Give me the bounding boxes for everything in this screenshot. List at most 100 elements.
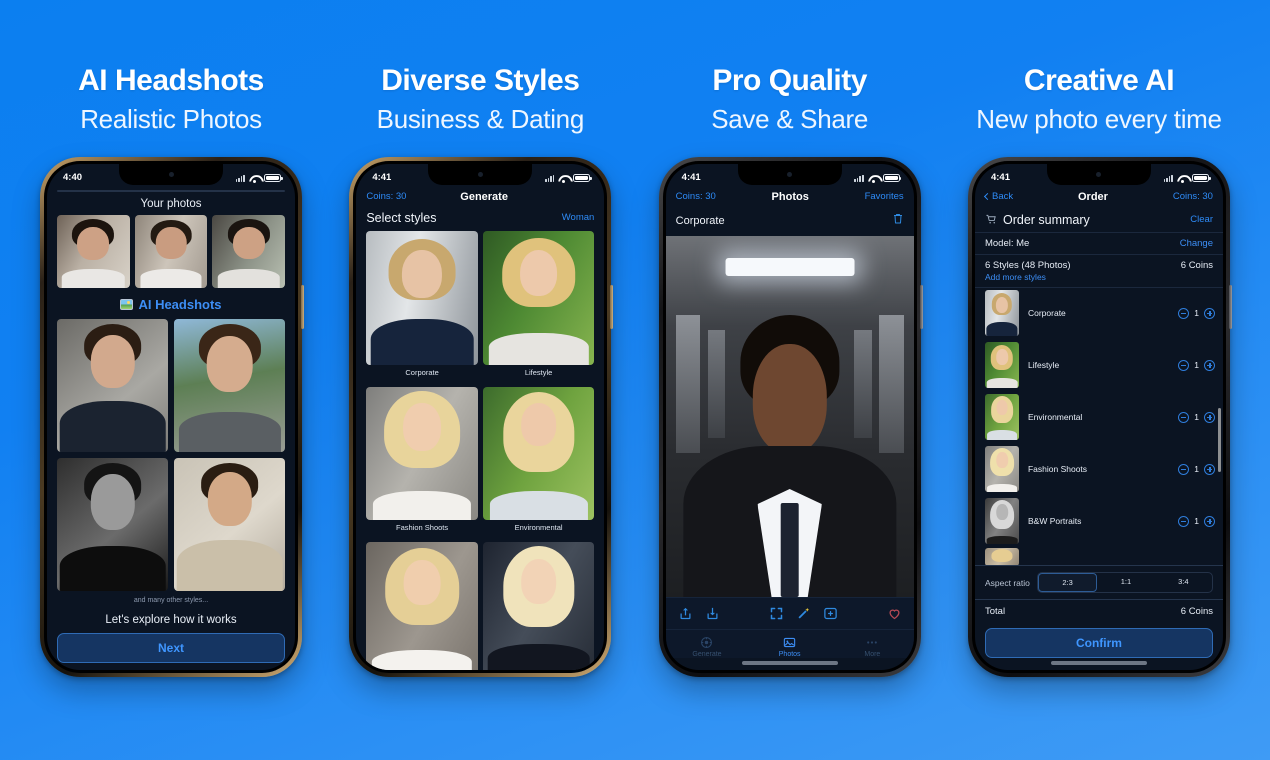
user-photos-grid	[47, 214, 295, 288]
tab-label: Photos	[778, 651, 801, 659]
increase-icon[interactable]	[1203, 515, 1215, 527]
phone-bezel: 4:40 Man Woman Your photos	[44, 160, 298, 673]
order-style-list[interactable]: Corporate 1 Lifestyle 1 Environmental 1 …	[974, 286, 1223, 566]
subhead-3: Save & Share	[711, 104, 869, 134]
quantity-stepper[interactable]: 1	[1178, 515, 1215, 527]
add-more-styles-link[interactable]: Add more styles	[985, 272, 1046, 282]
phone-mockup-3: 4:41 Coins: 30 Photos Favorites Corporat…	[658, 156, 923, 677]
tab-label: Generate	[692, 651, 722, 659]
result-photo-1[interactable]	[57, 318, 168, 452]
list-item[interactable]: Fashion Shoots 1	[975, 444, 1223, 496]
style-thumbnail	[984, 548, 1019, 566]
confirm-button[interactable]: Confirm	[984, 628, 1213, 659]
aspect-ratio-segmented-control[interactable]: 2:3 1:1 3:4	[1036, 572, 1213, 594]
decrease-icon[interactable]	[1178, 463, 1190, 475]
phone-mockup-2: 4:41 Coins: 30 Generate Woman Selec	[349, 156, 614, 677]
quantity-stepper[interactable]: 1	[1178, 463, 1215, 475]
ratio-option-3-4[interactable]: 3:4	[1155, 573, 1212, 592]
quantity-stepper[interactable]: 1	[1178, 359, 1215, 371]
next-button[interactable]: Next	[57, 632, 285, 663]
ai-headshots-label: AI Headshots	[138, 296, 222, 312]
style-label: Fashion Shoots	[396, 523, 449, 533]
magic-wand-icon[interactable]	[796, 606, 811, 621]
decrease-icon[interactable]	[1178, 307, 1190, 319]
increase-icon[interactable]	[1203, 411, 1215, 423]
chevron-left-icon	[983, 193, 992, 201]
ratio-option-1-1[interactable]: 1:1	[1097, 573, 1154, 592]
back-label: Back	[991, 191, 1014, 203]
heart-icon[interactable]	[887, 606, 902, 621]
phone-side-button	[610, 284, 614, 329]
user-photo-3[interactable]	[212, 214, 285, 288]
order-summary-title: Order summary	[1002, 212, 1090, 227]
list-item[interactable]: B&W Portraits 1	[975, 496, 1223, 548]
tab-photos[interactable]: Photos	[748, 635, 831, 658]
style-card-fashion[interactable]: Fashion Shoots	[366, 386, 478, 538]
style-card-extra-1[interactable]	[366, 542, 478, 670]
style-name: Environmental	[1027, 412, 1083, 423]
change-model-button[interactable]: Change	[1180, 238, 1213, 249]
user-photo-1[interactable]	[57, 214, 130, 288]
coins-balance[interactable]: Coins: 30	[1173, 191, 1213, 202]
list-item-partial[interactable]	[975, 548, 1223, 566]
quantity-stepper[interactable]: 1	[1178, 411, 1215, 423]
list-item[interactable]: Environmental 1	[975, 392, 1223, 444]
coins-balance[interactable]: Coins: 30	[366, 191, 406, 202]
tab-more[interactable]: More	[831, 635, 914, 658]
style-card-environmental[interactable]: Environmental	[482, 386, 595, 538]
decrease-icon[interactable]	[1178, 411, 1190, 423]
cellular-signal-icon	[235, 174, 245, 183]
tab-label: More	[864, 651, 881, 659]
status-indicators	[854, 173, 902, 184]
decrease-icon[interactable]	[1178, 515, 1190, 527]
expand-icon[interactable]	[769, 606, 784, 621]
headline-3: Pro Quality	[712, 64, 867, 97]
style-card-corporate[interactable]: Corporate	[366, 230, 478, 382]
ratio-option-2-3[interactable]: 2:3	[1037, 573, 1098, 593]
style-thumbnail	[984, 342, 1019, 389]
list-item[interactable]: Corporate 1	[975, 288, 1223, 340]
style-card-extra-2[interactable]	[482, 542, 595, 670]
tab-bar: Generate Photos More	[665, 629, 914, 659]
tab-generate[interactable]: Generate	[666, 635, 749, 658]
photos-icon	[748, 635, 831, 649]
total-row: Total 6 Coins	[974, 599, 1223, 623]
panel-ai-headshots: AI Headshots Realistic Photos 4:40 Your …	[26, 0, 316, 760]
list-item[interactable]: Lifestyle 1	[975, 340, 1223, 392]
result-photo-2[interactable]	[174, 318, 285, 452]
photo-preview[interactable]	[665, 235, 914, 598]
headline-1: AI Headshots	[78, 64, 264, 97]
status-time: 4:40	[63, 172, 83, 184]
clear-button[interactable]: Clear	[1190, 214, 1213, 225]
increase-icon[interactable]	[1203, 359, 1215, 371]
styles-grid: Corporate Lifestyle Fashion Shoots Envir…	[356, 230, 604, 670]
style-card-lifestyle[interactable]: Lifestyle	[482, 230, 595, 382]
aspect-ratio-label: Aspect ratio	[984, 577, 1030, 588]
increase-icon[interactable]	[1203, 307, 1215, 319]
result-photo-4[interactable]	[174, 457, 285, 591]
phone-side-button	[301, 284, 304, 329]
phone-screen-onboarding: 4:40 Man Woman Your photos	[47, 163, 295, 670]
quantity-value: 1	[1194, 360, 1199, 371]
coins-balance[interactable]: Coins: 30	[676, 191, 716, 202]
scrollbar[interactable]	[1218, 407, 1221, 472]
trash-icon[interactable]	[892, 212, 904, 230]
other-styles-note: and many other styles...	[133, 596, 209, 604]
home-indicator	[1050, 661, 1147, 665]
result-photo-3[interactable]	[57, 457, 168, 591]
panel-creative-ai: Creative AI New photo every time 4:41 Ba…	[954, 0, 1244, 760]
add-to-album-icon[interactable]	[823, 606, 838, 621]
download-icon[interactable]	[705, 606, 720, 621]
gender-filter-link[interactable]: Woman	[562, 212, 595, 223]
quantity-value: 1	[1194, 412, 1199, 423]
user-photo-2[interactable]	[134, 214, 208, 288]
share-icon[interactable]	[678, 606, 693, 621]
nav-bar: Coins: 30 Generate Woman	[356, 188, 604, 209]
result-photos-grid	[47, 318, 295, 591]
back-button[interactable]: Back	[983, 191, 1014, 203]
increase-icon[interactable]	[1203, 463, 1215, 475]
phone-screen-generate: 4:41 Coins: 30 Generate Woman Selec	[356, 163, 605, 670]
quantity-stepper[interactable]: 1	[1178, 307, 1215, 319]
decrease-icon[interactable]	[1178, 359, 1190, 371]
favorites-link[interactable]: Favorites	[865, 191, 904, 202]
